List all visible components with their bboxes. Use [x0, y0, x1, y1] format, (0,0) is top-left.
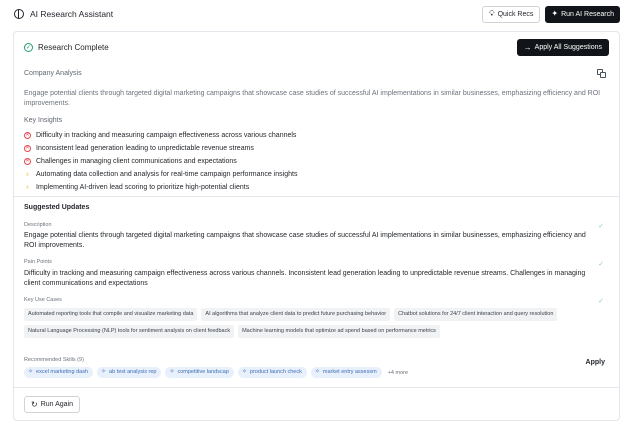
quick-recs-label: Quick Recs — [497, 10, 534, 18]
x-circle-icon: ✕ — [24, 158, 31, 165]
sparkles-icon: ✦ — [551, 9, 559, 18]
use-case-chip: Chatbot solutions for 24/7 client intera… — [394, 308, 558, 321]
use-case-chip: Automated reporting tools that compile a… — [24, 308, 198, 321]
x-circle-icon: ✕ — [24, 145, 31, 152]
insight-item: ✕ Challenges in managing client communic… — [24, 155, 297, 168]
check-circle-icon: ✓ — [24, 43, 33, 52]
research-result-card: ✓ Research Complete → Apply All Suggesti… — [13, 31, 620, 421]
skills-list: ✧ excel marketing dash ✧ ab test analysis … — [24, 367, 408, 378]
skill-chip: ✧ market entry assessm — [310, 367, 382, 378]
description-label: Description — [24, 222, 52, 228]
skill-chip: ✧ excel marketing dash — [24, 367, 94, 378]
divider — [14, 196, 619, 197]
skill-chip: ✧ product launch check — [237, 367, 307, 378]
app-title: AI Research Assistant — [30, 9, 114, 19]
company-analysis-text: Engage potential clients through targete… — [24, 90, 601, 107]
check-icon[interactable]: ✓ — [598, 297, 604, 305]
use-cases-list: Automated reporting tools that compile a… — [24, 308, 584, 342]
insight-text: Challenges in managing client communicat… — [36, 158, 237, 165]
lightbulb-icon: ♁ — [24, 171, 31, 178]
more-skills-link[interactable]: +4 more — [388, 370, 408, 376]
suggested-updates-title: Suggested Updates — [24, 204, 90, 211]
result-status: Research Complete — [38, 43, 109, 52]
check-icon[interactable]: ✓ — [598, 260, 604, 268]
skill-chip: ✧ ab test analysis rep — [97, 367, 162, 378]
brain-icon — [14, 9, 24, 19]
description-value: Engage potential clients through targete… — [24, 232, 586, 249]
check-icon[interactable]: ✓ — [598, 222, 604, 230]
skill-label: product launch check — [249, 369, 302, 375]
use-case-chip: Natural Language Processing (NLP) tools … — [24, 325, 235, 338]
apply-button[interactable]: Apply — [586, 359, 605, 366]
skill-label: ab test analysis rep — [109, 369, 157, 375]
arrow-right-icon: → — [523, 42, 532, 52]
x-circle-icon: ✕ — [24, 132, 31, 139]
top-bar: AI Research Assistant 💡︎ Quick Recs ✦ Ru… — [0, 0, 628, 28]
lightbulb-icon: ♁ — [24, 184, 31, 191]
refresh-icon: ↻ — [31, 399, 38, 409]
apply-all-label: Apply All Suggestions — [534, 44, 602, 51]
insight-item: ♁ Implementing AI-driven lead scoring to… — [24, 181, 297, 194]
insight-item: ♁ Automating data collection and analysi… — [24, 168, 298, 181]
key-insights-label: Key Insights — [24, 117, 63, 124]
insight-text: Automating data collection and analysis … — [36, 171, 298, 178]
run-again-button[interactable]: ↻ Run Again — [24, 396, 81, 413]
sparkle-icon: ✧ — [28, 369, 34, 375]
insight-item: ✕ Difficulty in tracking and measuring c… — [24, 129, 297, 142]
sparkle-icon: ✧ — [101, 369, 107, 375]
use-case-chip: Machine learning models that optimize ad… — [238, 325, 440, 338]
key-use-cases-label: Key Use Cases — [24, 297, 62, 303]
run-ai-research-label: Run AI Research — [561, 10, 614, 18]
sparkle-icon: ✧ — [314, 369, 320, 375]
skill-chip: ✧ competitive landscap — [165, 367, 234, 378]
copy-icon[interactable] — [597, 69, 606, 78]
run-again-label: Run Again — [40, 401, 74, 408]
skill-label: excel marketing dash — [36, 369, 89, 375]
pain-points-value: Difficulty in tracking and measuring cam… — [24, 270, 586, 287]
skill-label: competitive landscap — [177, 369, 229, 375]
insight-text: Difficulty in tracking and measuring cam… — [36, 132, 297, 139]
result-header: ✓ Research Complete — [24, 43, 109, 52]
quick-recs-button[interactable]: 💡︎ Quick Recs — [481, 5, 541, 23]
apply-all-suggestions-button[interactable]: → Apply All Suggestions — [516, 39, 609, 56]
divider — [14, 387, 619, 388]
insights-list: ✕ Difficulty in tracking and measuring c… — [24, 129, 297, 194]
pain-points-label: Pain Points — [24, 259, 52, 265]
lightbulb-icon: 💡︎ — [488, 9, 495, 18]
use-case-chip: AI algorithms that analyze client data t… — [201, 308, 391, 321]
sparkle-icon: ✧ — [241, 369, 247, 375]
insight-text: Implementing AI-driven lead scoring to p… — [36, 184, 250, 191]
run-ai-research-button[interactable]: ✦ Run AI Research — [545, 5, 620, 23]
company-analysis-label: Company Analysis — [24, 70, 82, 77]
sparkle-icon: ✧ — [169, 369, 175, 375]
skill-label: market entry assessm — [322, 369, 377, 375]
insight-item: ✕ Inconsistent lead generation leading t… — [24, 142, 297, 155]
insight-text: Inconsistent lead generation leading to … — [36, 145, 254, 152]
recommended-skills-label: Recommended Skills (9) — [24, 357, 84, 363]
